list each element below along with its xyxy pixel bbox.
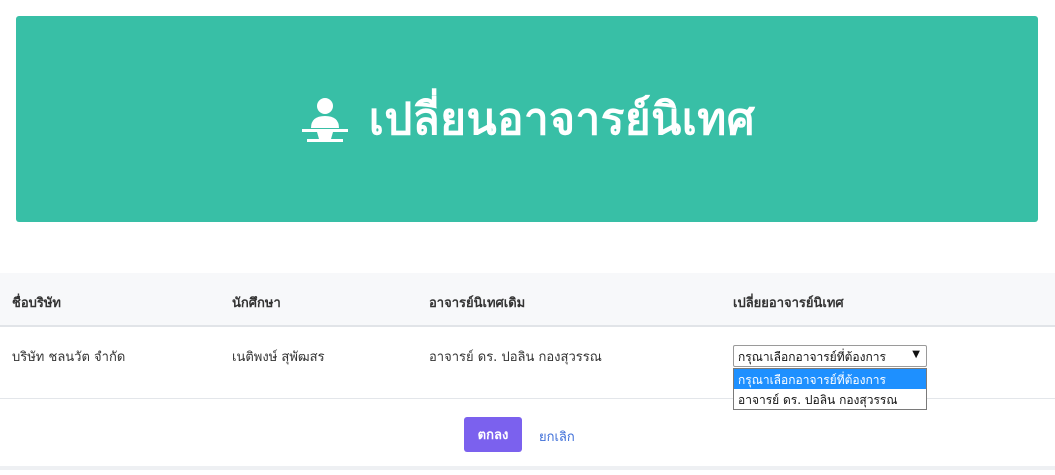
column-header-new-advisor: เปลี่ยยอาจารย์นิเทศ [733, 296, 844, 311]
table-header: ชื่อบริษัท นักศึกษา อาจารย์นิเทศเดิม เปล… [0, 273, 1055, 327]
company-cell: บริษัท ชลนวัต จำกัด [12, 350, 126, 365]
page-title: เปลี่ยนอาจารย์นิเทศ [368, 94, 756, 145]
column-header-old-advisor: อาจารย์นิเทศเดิม [429, 296, 526, 311]
column-header-student: นักศึกษา [232, 296, 281, 311]
page-header-banner: เปลี่ยนอาจารย์นิเทศ [16, 16, 1038, 222]
form-actions-bar [0, 400, 1055, 470]
cancel-link[interactable]: ยกเลิก [539, 426, 575, 447]
ok-button[interactable]: ตกลง [464, 417, 522, 452]
new-advisor-select[interactable]: กรุณาเลือกอาจารย์ที่ต้องการ ▼ [733, 345, 927, 367]
dropdown-arrow-icon: ▼ [912, 349, 920, 360]
new-advisor-select-value: กรุณาเลือกอาจารย์ที่ต้องการ [738, 350, 886, 364]
dropdown-option-placeholder[interactable]: กรุณาเลือกอาจารย์ที่ต้องการ [734, 369, 926, 389]
student-cell: เนติพงษ์ สุพัฒสร [232, 350, 325, 365]
old-advisor-cell: อาจารย์ ดร. ปอลิน กองสุวรรณ [429, 350, 602, 365]
column-header-company: ชื่อบริษัท [12, 296, 62, 311]
user-teacher-icon [301, 98, 348, 142]
page-header: เปลี่ยนอาจารย์นิเทศ [299, 84, 755, 154]
